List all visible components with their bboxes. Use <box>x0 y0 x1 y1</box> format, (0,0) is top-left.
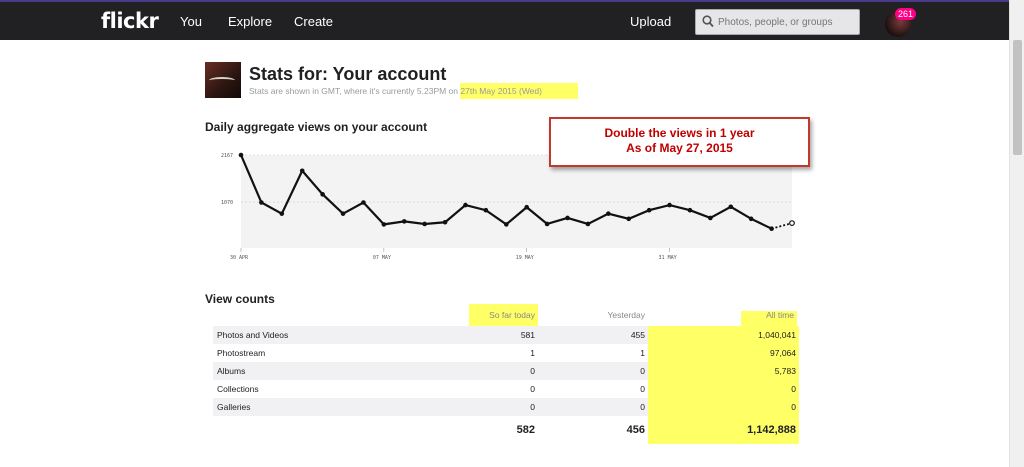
annotation-callout: Double the views in 1 year As of May 27,… <box>549 117 810 167</box>
plot-area <box>241 155 792 248</box>
table-row: Galleries 0 0 0 <box>213 398 799 416</box>
column-header-today: So far today <box>489 310 535 320</box>
annotation-line-1: Double the views in 1 year <box>604 126 755 140</box>
cell-today: 0 <box>463 398 538 416</box>
y-tick-label: 2167 <box>221 153 233 159</box>
x-tick-label: 19 MAY <box>516 255 534 261</box>
table-row: Photos and Videos 581 455 1,040,041 <box>213 326 799 344</box>
data-point <box>299 168 305 174</box>
scrollbar-thumb[interactable] <box>1013 40 1022 155</box>
total-all-time: 1,142,888 <box>648 416 799 444</box>
column-header-label <box>213 304 463 326</box>
data-point <box>361 200 366 205</box>
x-tick-label: 31 MAY <box>659 255 677 261</box>
cell-all-time: 97,064 <box>648 344 799 362</box>
row-label: Photos and Videos <box>213 326 463 344</box>
data-point <box>422 221 427 227</box>
cell-yesterday: 455 <box>538 326 648 344</box>
upload-button[interactable]: Upload <box>630 14 671 29</box>
totals-row: 582 456 1,142,888 <box>213 416 799 444</box>
nav-explore[interactable]: Explore <box>228 14 272 29</box>
search-box[interactable] <box>695 9 860 35</box>
data-point <box>708 215 713 221</box>
table-row: Albums 0 0 5,783 <box>213 362 799 380</box>
data-point <box>238 152 244 158</box>
account-avatar <box>205 62 241 98</box>
total-today: 582 <box>516 424 535 436</box>
row-label: Collections <box>217 384 259 394</box>
data-point <box>279 211 285 216</box>
notification-badge[interactable]: 261 <box>895 8 917 20</box>
y-tick-label: 1070 <box>221 200 233 206</box>
x-tick-label: 07 MAY <box>373 255 391 261</box>
data-point <box>524 204 530 210</box>
cell-yesterday: 1 <box>640 348 645 358</box>
cell-today: 0 <box>463 362 538 380</box>
top-navigation-bar: flickr You Explore Create Upload 261 <box>0 0 1024 40</box>
data-point <box>381 222 387 227</box>
x-tick-label: 30 APR <box>230 255 249 261</box>
column-header-all-time: All time <box>766 310 794 320</box>
nav-you[interactable]: You <box>180 14 202 29</box>
chart-heading: Daily aggregate views on your account <box>205 120 428 134</box>
data-point <box>442 219 448 225</box>
table-header-row: So far today Yesterday All time <box>213 304 799 326</box>
column-header-yesterday: Yesterday <box>607 310 646 320</box>
subtitle-text: Stats are shown in GMT, where it's curre… <box>249 86 461 96</box>
search-icon <box>702 15 714 28</box>
row-label: Galleries <box>213 398 463 416</box>
data-point <box>585 221 591 227</box>
total-yesterday: 456 <box>626 424 645 436</box>
view-counts-table: So far today Yesterday All time Photos a… <box>213 304 799 444</box>
data-point <box>340 211 346 216</box>
row-label: Albums <box>213 362 463 380</box>
cell-all-time: 1,040,041 <box>648 326 799 344</box>
data-point <box>748 216 754 222</box>
data-point <box>544 221 550 227</box>
totals-label <box>213 416 463 444</box>
cell-yesterday: 0 <box>538 362 648 380</box>
data-point <box>606 211 611 216</box>
data-point <box>401 219 407 224</box>
data-point <box>687 207 693 213</box>
cell-today: 581 <box>463 326 538 344</box>
data-point <box>320 192 325 197</box>
data-point <box>646 207 652 213</box>
page-scrollbar[interactable] <box>1009 0 1024 467</box>
data-point <box>626 216 632 222</box>
cell-today: 0 <box>530 384 535 394</box>
data-point-current <box>789 220 795 227</box>
row-label: Photostream <box>217 348 266 358</box>
highlighted-date: 27th May 2015 (Wed) <box>460 83 578 99</box>
data-point <box>503 222 509 227</box>
cell-yesterday: 0 <box>538 398 648 416</box>
table-row: Collections 0 0 0 <box>213 380 799 398</box>
cell-yesterday: 0 <box>640 384 645 394</box>
search-input[interactable] <box>718 13 856 31</box>
flickr-logo[interactable]: flickr <box>101 9 159 33</box>
stats-timezone-note: Stats are shown in GMT, where it's curre… <box>249 83 578 99</box>
data-point <box>667 202 672 208</box>
data-point <box>728 204 734 210</box>
data-point <box>483 207 489 213</box>
cell-all-time: 0 <box>648 398 799 416</box>
cell-all-time: 5,783 <box>648 362 799 380</box>
data-point <box>565 215 570 221</box>
data-point <box>463 202 468 208</box>
cell-today: 1 <box>530 348 535 358</box>
annotation-line-2: As of May 27, 2015 <box>626 141 733 155</box>
data-point <box>259 200 264 205</box>
cell-all-time: 0 <box>648 380 799 398</box>
nav-create[interactable]: Create <box>294 14 333 29</box>
page-title: Stats for: Your account <box>249 64 447 84</box>
table-row: Photostream 1 1 97,064 <box>213 344 799 362</box>
